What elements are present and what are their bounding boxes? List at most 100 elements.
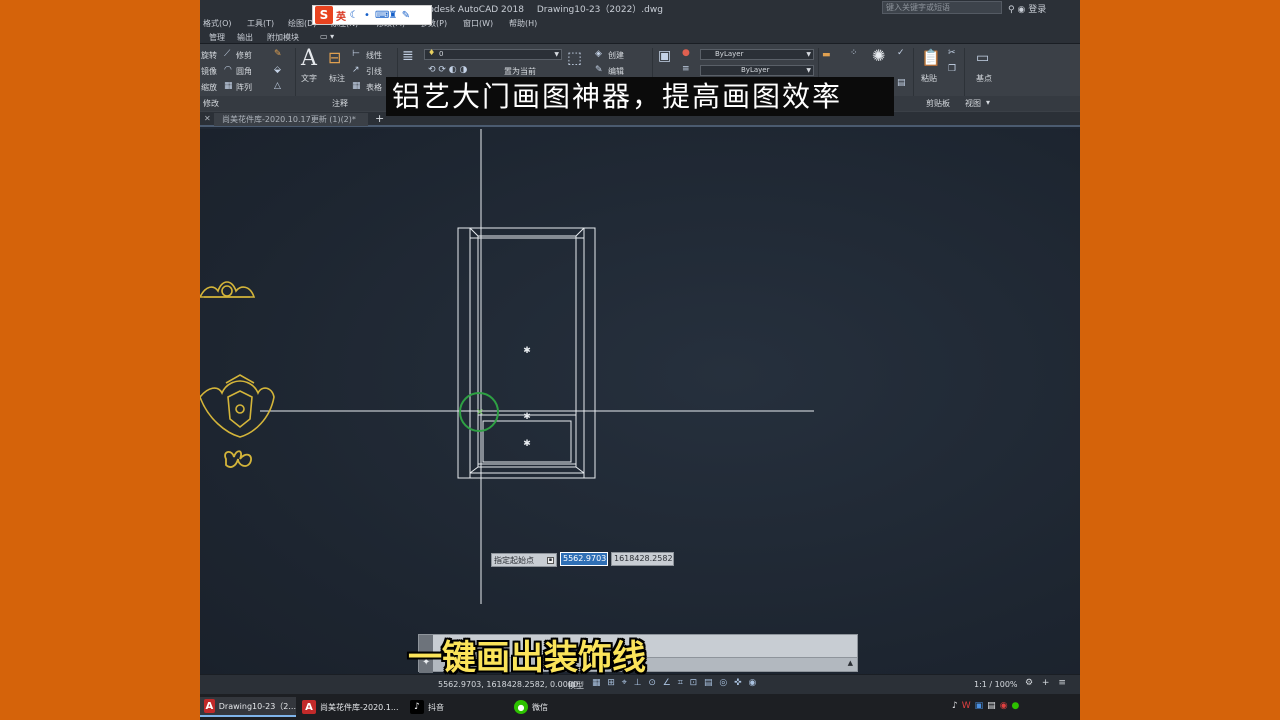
ornament-crown [200,281,256,298]
edit-block-button[interactable]: 编辑 [608,66,624,77]
linetype-icon[interactable]: ≡ [682,64,690,74]
wechat-icon: ● [514,700,528,714]
taskbar-label: 抖音 [428,702,444,712]
paste-button[interactable]: 粘贴 [921,73,937,84]
pencil-icon[interactable]: ✎ [274,49,282,59]
snap-marker-icon: ✱ [523,412,531,422]
model-space-button[interactable]: 模型 [568,680,584,691]
triangle-icon[interactable]: △ [274,81,281,91]
new-tab-icon[interactable]: + [375,112,384,125]
layer-properties-icon[interactable]: ≣ [402,48,414,64]
taskbar-item-douyin[interactable]: ♪ 抖音 [406,697,466,717]
tab-output[interactable]: 输出 [237,32,253,43]
taskbar-item-wechat[interactable]: ● 微信 [510,697,570,717]
wrench-icon[interactable]: ✎ [401,10,411,21]
spark-icon[interactable]: ✺ [872,46,885,65]
layer-tools-icon[interactable]: ⟲ ⟳ ◐ ◑ [428,65,467,75]
miter-line [575,227,585,237]
color-value: ByLayer [715,50,744,58]
close-tab-icon[interactable]: ✕ [204,114,211,123]
fillet-icon: ◠ [224,65,232,75]
table-icon: ▦ [352,81,361,91]
scale-button[interactable]: 缩放 [201,82,217,93]
clipboard-icon: 📋 [921,48,941,67]
panel-clipboard-label: 剪贴板 [926,99,950,108]
douyin-tray-icon[interactable]: ♪ [952,701,962,711]
copy-icon[interactable]: ❐ [948,64,956,74]
file-tab-active[interactable]: 尚美花件库-2020.10.17更新 (1)(2)* [214,113,368,126]
text-button[interactable]: 文字 [301,73,317,84]
chevron-up-icon[interactable]: ▲ [848,659,853,667]
tray-app-icon[interactable]: ▣ [975,701,988,711]
leader-button[interactable]: 引线 [366,66,382,77]
view-icon[interactable]: ▤ [897,78,906,88]
sign-in-button[interactable]: ⚲ ◉ 登录 [1008,2,1046,15]
rotate-button[interactable]: 旋转 [201,50,217,61]
drafting-tools-icons[interactable]: ▦ ⊞ ⌖ ⊥ ⊙ ∠ ⌗ ⊡ ▤ ◎ ✜ ◉ [592,678,758,688]
search-input[interactable]: 键入关键字或短语 [882,1,1002,14]
annotation-scale[interactable]: 1:1 / 100% [974,680,1018,689]
ornament-scroll [224,450,252,468]
drawing-canvas[interactable]: ✱ ✱ ✱ ✕ 指定起始点 ▪ 5562.9703 1618428.2582 [200,129,1080,674]
tray-app-icon[interactable]: ▤ [987,701,1000,711]
status-right-icons[interactable]: ⚙ + ≡ [1025,678,1069,688]
chevron-down-icon: ▼ [806,67,811,74]
menu-tools[interactable]: 工具(T) [247,18,274,29]
match-properties-icon[interactable]: ▣ [658,48,671,64]
linear-icon: ⊢ [352,49,360,59]
system-tray-icons[interactable]: ♪W▣▤◉● [952,701,1023,711]
wps-tray-icon[interactable]: W [962,701,975,711]
linetype-value: ByLayer [741,66,770,74]
ornament-shield [200,374,275,438]
file-name: Drawing10-23（2022）.dwg [536,5,663,15]
group-icon[interactable]: ⁘ [850,48,858,58]
fillet-button[interactable]: 圆角 [236,66,252,77]
paint-icon[interactable]: ⬙ [274,65,281,75]
cut-icon[interactable]: ✂ [948,48,956,58]
taskbar-item-library[interactable]: A 尚美花件库-2020.1... [298,697,402,717]
dimension-icon: ⊟ [328,48,342,67]
dot-icon[interactable]: • [362,10,372,21]
text-icon[interactable]: A [301,46,317,71]
layer-dropdown[interactable]: 0 ▼ [424,49,562,60]
taskbar-item-drawing[interactable]: A Drawing10-23（2... [200,697,296,717]
panel-view-expand-icon[interactable]: ▾ [986,98,990,107]
coord-x-input[interactable]: 5562.9703 [560,552,608,566]
tab-addins[interactable]: 附加模块 [267,32,299,43]
douyin-icon: ♪ [410,700,424,714]
trim-icon: ⟋ [224,49,231,59]
insert-block-icon[interactable]: ⬚ [567,48,582,67]
wechat-tray-icon[interactable]: ● [1012,701,1024,711]
menu-help[interactable]: 帮助(H) [509,18,537,29]
keyboard-icon[interactable]: ⌨ [375,10,389,21]
dimension-button[interactable]: 标注 [329,73,345,84]
menu-window[interactable]: 窗口(W) [463,18,493,29]
create-block-button[interactable]: 创建 [608,50,624,61]
base-point-icon: ▭ [976,50,990,66]
measure-icon[interactable]: ▬ [822,50,831,60]
set-current-button[interactable]: 置为当前 [504,66,536,77]
array-button[interactable]: 阵列 [236,82,252,93]
autocad-icon: A [302,700,316,714]
linetype-dropdown[interactable]: ByLayer ▼ [700,65,814,76]
menu-format[interactable]: 格式(O) [203,18,232,29]
base-point-button[interactable]: 基点 [976,73,992,84]
shirt-icon[interactable]: ♜ [388,10,398,21]
ime-mode[interactable]: 英 [336,8,346,23]
ribbon-toggle-icon[interactable]: ▭ ▾ [320,32,334,41]
tray-app-icon[interactable]: ◉ [1000,701,1012,711]
coord-y-input[interactable]: 1618428.2582 [611,552,674,566]
cursor-cross-icon: ✕ [476,408,484,418]
moon-icon[interactable]: ☾ [349,10,359,21]
tab-manage[interactable]: 管理 [209,32,225,43]
linear-button[interactable]: 线性 [366,50,382,61]
table-button[interactable]: 表格 [366,82,382,93]
ribbon-tabs: 管理 输出 附加模块 ▭ ▾ [200,30,1080,44]
mirror-button[interactable]: 镜像 [201,66,217,77]
color-dropdown[interactable]: ByLayer ▼ [700,49,814,60]
trim-button[interactable]: 修剪 [236,50,252,61]
leader-icon: ↗ [352,65,360,75]
ime-toolbar[interactable]: S 英 ☾ • ⌨ ♜ ✎ [312,5,432,25]
color-wheel-icon[interactable]: ● [682,48,690,58]
check-icon[interactable]: ✓ [897,48,905,58]
